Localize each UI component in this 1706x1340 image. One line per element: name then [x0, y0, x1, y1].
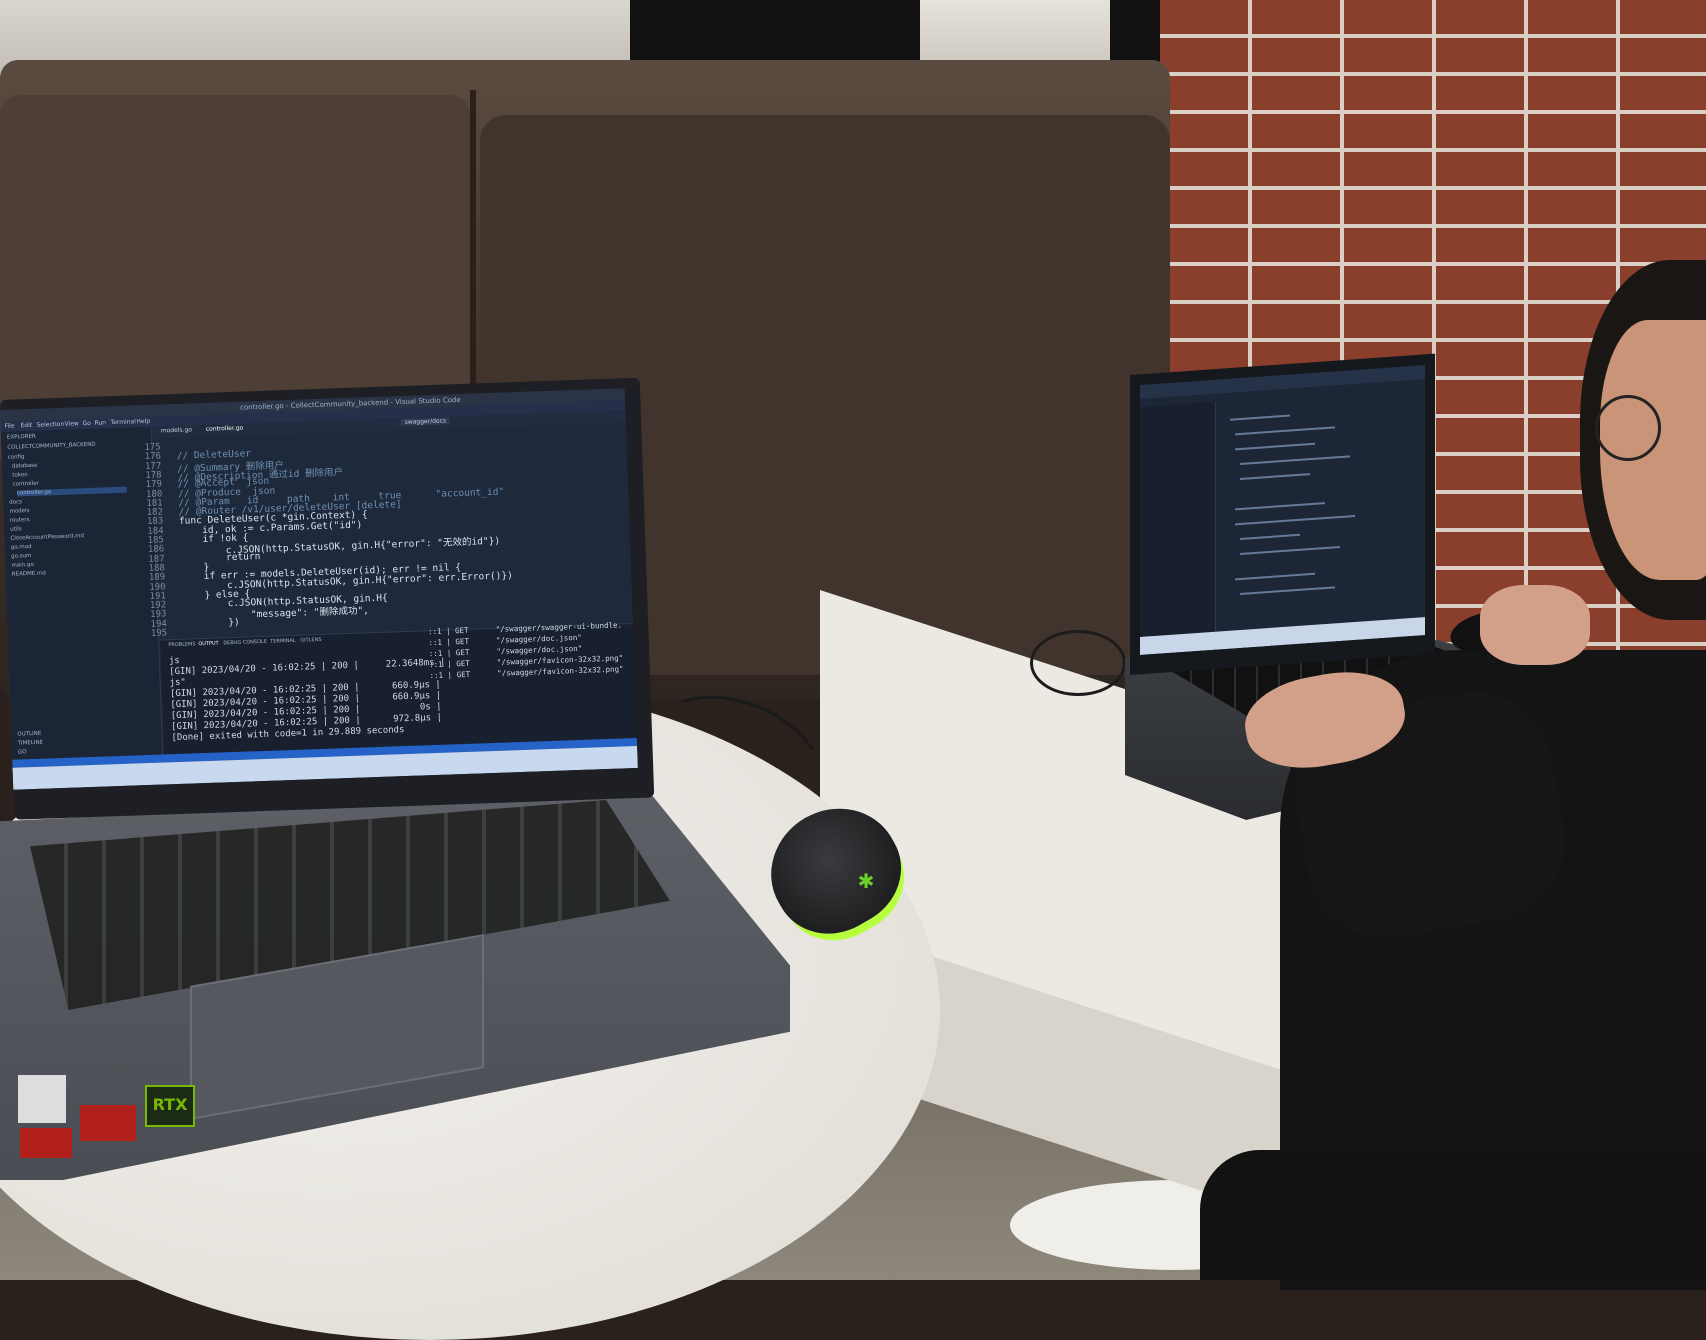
- timeline-section[interactable]: TIMELINE: [18, 740, 44, 747]
- outline-section[interactable]: OUTLINE: [17, 731, 41, 738]
- code-line: }): [182, 616, 240, 630]
- menu-view[interactable]: View: [64, 419, 79, 429]
- right-code-line: [1235, 442, 1315, 451]
- explorer-item[interactable]: main.go: [11, 562, 34, 569]
- left-laptop-screen: controller.go - CollectCommunity_backend…: [0, 388, 638, 790]
- tab-controller[interactable]: controller.go: [206, 425, 244, 433]
- glasses: [1595, 395, 1661, 461]
- explorer-sidebar: EXPLORER COLLECTCOMMUNITY_BACKEND config…: [0, 426, 164, 762]
- right-code-line: [1235, 426, 1335, 436]
- razer-logo-icon: ✱: [857, 869, 875, 893]
- rtx-sticker: RTX: [145, 1085, 195, 1127]
- explorer-item[interactable]: utils: [10, 526, 22, 532]
- right-code-line: [1235, 572, 1315, 581]
- panel-tab-problems[interactable]: PROBLEMS: [168, 641, 195, 648]
- line-number: 195: [150, 628, 168, 639]
- explorer-title: EXPLORER: [6, 433, 36, 441]
- panel-tab-gitlens[interactable]: GITLENS: [300, 637, 321, 644]
- explorer-root[interactable]: COLLECTCOMMUNITY_BACKEND: [7, 442, 95, 451]
- right-code-line: [1240, 455, 1350, 466]
- menu-help[interactable]: Help: [136, 417, 150, 427]
- go-section[interactable]: GO: [18, 749, 27, 755]
- explorer-item[interactable]: go.sum: [11, 553, 31, 560]
- explorer-item[interactable]: go.mod: [11, 544, 32, 551]
- menu-run[interactable]: Run: [94, 418, 106, 428]
- log-line: js: [168, 655, 180, 667]
- right-screen-sidebar: [1140, 401, 1216, 637]
- explorer-item[interactable]: models: [9, 508, 29, 515]
- right-code-line: [1240, 533, 1300, 541]
- tab-models[interactable]: models.go: [161, 426, 192, 434]
- explorer-item[interactable]: routers: [10, 517, 30, 524]
- explorer-item[interactable]: README.md: [12, 571, 46, 578]
- menu-file[interactable]: File: [4, 422, 14, 432]
- panel-tab-terminal[interactable]: TERMINAL: [270, 638, 296, 645]
- right-code-line: [1240, 586, 1335, 596]
- ryzen-sticker: [20, 1128, 72, 1158]
- explorer-item-active[interactable]: controller.go: [16, 486, 127, 497]
- person-hand-mouse: [1480, 585, 1590, 665]
- menu-go[interactable]: Go: [82, 419, 91, 429]
- menu-edit[interactable]: Edit: [20, 421, 32, 431]
- qr-sticker: [18, 1075, 66, 1123]
- right-laptop-screen: [1140, 365, 1425, 655]
- right-code-line: [1230, 414, 1290, 421]
- explorer-item[interactable]: CloseAccountPassword.md: [10, 533, 84, 542]
- explorer-item[interactable]: docs: [9, 499, 22, 505]
- right-code-line: [1235, 502, 1325, 511]
- person-leg: [1200, 1150, 1706, 1280]
- right-code-line: [1240, 473, 1310, 481]
- radeon-sticker: [80, 1105, 136, 1141]
- explorer-item[interactable]: database: [12, 463, 38, 470]
- right-code-line: [1235, 514, 1355, 526]
- cable-right: [1030, 630, 1126, 696]
- explorer-item[interactable]: config: [8, 454, 25, 461]
- panel-tab-output[interactable]: OUTPUT: [198, 641, 219, 648]
- right-code-line: [1240, 546, 1340, 556]
- explorer-item[interactable]: token: [12, 472, 28, 479]
- log-line: js": [169, 677, 187, 689]
- explorer-item[interactable]: controller: [13, 481, 39, 488]
